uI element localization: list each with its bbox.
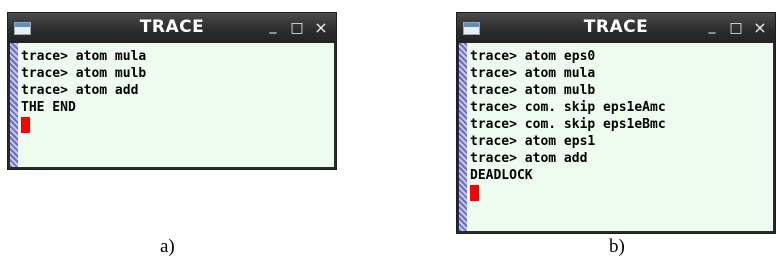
cursor-line	[21, 116, 330, 133]
terminal-output: trace> atom mula trace> atom mulb trace>…	[21, 48, 330, 133]
terminal-line: trace> com. skip eps1eBmc	[470, 117, 666, 132]
terminal-area[interactable]: trace> atom mula trace> atom mulb trace>…	[10, 43, 334, 167]
scrollbar-stripe[interactable]	[10, 43, 18, 167]
terminal-line: trace> atom mulb	[470, 83, 596, 98]
close-icon[interactable]: ×	[751, 19, 769, 37]
minimize-icon[interactable]: _	[703, 19, 721, 37]
titlebar[interactable]: TRACE _ □ ×	[8, 13, 336, 43]
terminal-line: trace> com. skip eps1eAmc	[470, 100, 666, 115]
terminal-line: trace> atom eps1	[470, 134, 596, 149]
maximize-icon[interactable]: □	[727, 19, 745, 37]
scrollbar-stripe[interactable]	[459, 43, 467, 231]
caption-a: a)	[160, 236, 175, 257]
terminal-line: trace> atom mula	[21, 49, 147, 64]
minimize-icon[interactable]: _	[264, 19, 282, 37]
trace-window-b: TRACE _ □ × trace> atom eps0 trace> atom…	[456, 12, 776, 234]
terminal-line: trace> atom add	[470, 151, 588, 166]
close-icon[interactable]: ×	[312, 19, 330, 37]
titlebar[interactable]: TRACE _ □ ×	[457, 13, 775, 43]
terminal-line: DEADLOCK	[470, 168, 533, 183]
caption-b: b)	[609, 236, 625, 257]
cursor	[21, 117, 30, 133]
maximize-icon[interactable]: □	[288, 19, 306, 37]
terminal-line: trace> atom mula	[470, 66, 596, 81]
cursor-line	[470, 184, 769, 201]
terminal-line: trace> atom mulb	[21, 66, 147, 81]
window-controls: _ □ ×	[264, 19, 330, 37]
window-controls: _ □ ×	[703, 19, 769, 37]
terminal-area[interactable]: trace> atom eps0 trace> atom mula trace>…	[459, 43, 773, 231]
trace-window-a: TRACE _ □ × trace> atom mula trace> atom…	[7, 12, 337, 170]
terminal-output: trace> atom eps0 trace> atom mula trace>…	[470, 48, 769, 201]
cursor	[470, 185, 479, 201]
terminal-line: THE END	[21, 100, 76, 115]
terminal-line: trace> atom add	[21, 83, 139, 98]
terminal-line: trace> atom eps0	[470, 49, 596, 64]
